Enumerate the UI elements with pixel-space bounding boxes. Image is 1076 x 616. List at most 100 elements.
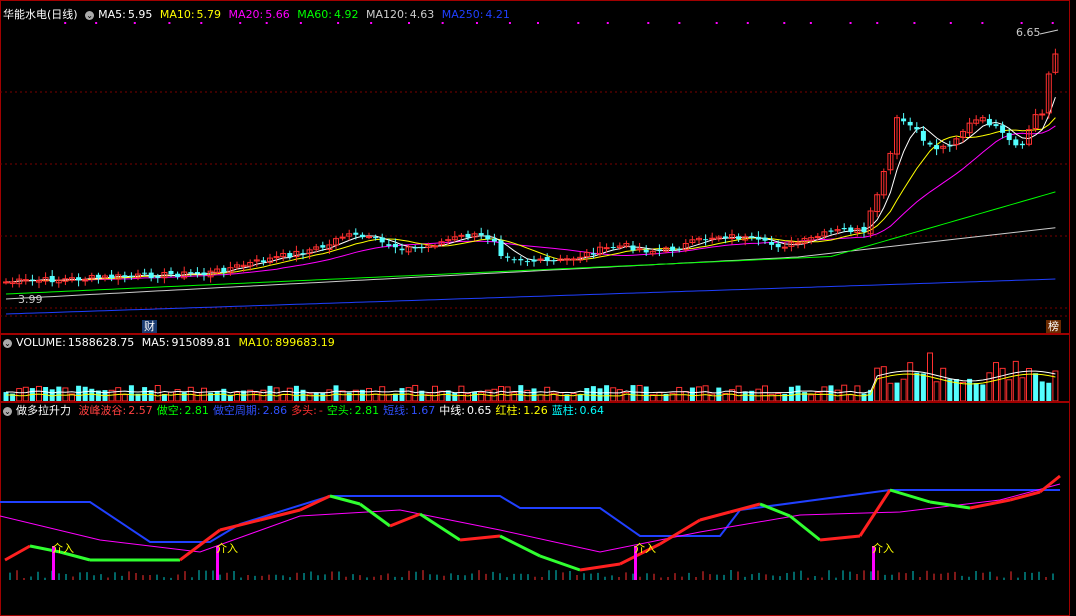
volume-bar <box>861 393 867 401</box>
trend-wave <box>459 534 501 542</box>
signal-dot <box>746 22 749 24</box>
volume-bar <box>385 394 392 401</box>
candle-body <box>709 237 716 240</box>
volume-bar <box>438 390 445 401</box>
trend-wave <box>499 534 541 558</box>
trend-wave <box>889 488 931 504</box>
volume-bar <box>320 393 326 401</box>
volume-bar <box>702 385 709 401</box>
signal-dot <box>200 22 203 24</box>
volume-bar <box>656 392 663 401</box>
candle-body <box>643 249 649 253</box>
signal-dot <box>337 22 340 24</box>
volume-bar <box>682 390 689 401</box>
volume-bar <box>993 362 999 401</box>
indicator-item-label: 多头: <box>291 404 317 417</box>
volume-bar <box>900 378 907 401</box>
candle-body <box>762 237 768 241</box>
candle-body <box>320 245 326 248</box>
indicator-name: 做多拉升力 <box>16 404 71 417</box>
signal-dot <box>913 22 916 24</box>
volume-bar <box>795 385 801 401</box>
collapse-icon[interactable]: ⌄ <box>3 406 12 416</box>
short-cycle-line <box>0 489 1060 543</box>
signal-dot <box>475 22 478 24</box>
ma250-line <box>5 278 1056 315</box>
volume-bar <box>346 392 352 401</box>
volume-bar <box>142 387 148 401</box>
volume-bar <box>894 382 900 401</box>
candle-body <box>392 243 398 248</box>
candle-body <box>511 259 517 261</box>
candle-body <box>861 226 867 232</box>
candle-body <box>95 274 101 278</box>
candle-body <box>373 237 379 239</box>
entry-signal-label: 介入 <box>52 542 74 555</box>
signal-dot <box>508 22 511 24</box>
volume-bar <box>735 385 742 401</box>
candle-body <box>907 121 913 126</box>
candle-body <box>3 281 9 284</box>
candlestick-chart[interactable] <box>0 14 1070 334</box>
volume-bar <box>782 393 788 401</box>
volume-bar <box>472 391 478 401</box>
volume-bar <box>531 388 537 401</box>
candle-body <box>386 244 392 246</box>
trend-wave <box>699 510 731 522</box>
volume-ma5-value: 915089.81 <box>171 336 232 349</box>
volume-bar <box>280 393 287 401</box>
candle-body <box>901 118 907 122</box>
volume-bar <box>597 388 603 401</box>
signal-dot <box>370 22 373 24</box>
volume-bar <box>610 387 617 401</box>
candle-body <box>630 245 636 251</box>
indicator-chart[interactable]: 介入 介入 介入 介入 <box>0 420 1070 616</box>
volume-bar <box>56 386 62 401</box>
collapse-icon[interactable]: ⌄ <box>3 338 12 348</box>
volume-bar <box>379 386 386 401</box>
signal-dot <box>715 22 718 24</box>
candle-body <box>551 260 557 262</box>
candle-body <box>795 242 801 245</box>
volume-bar <box>293 385 299 401</box>
candle-body <box>300 253 306 255</box>
volume-chart[interactable] <box>0 351 1070 401</box>
candle-body <box>755 236 761 240</box>
signal-dot <box>876 22 879 24</box>
volume-bar <box>22 386 29 401</box>
volume-bar <box>498 385 504 401</box>
candle-body <box>485 235 491 240</box>
volume-bar <box>339 390 346 401</box>
candle-body <box>1000 125 1006 133</box>
volume-bar <box>168 391 174 401</box>
volume-bar <box>181 392 187 401</box>
candle-body <box>736 236 742 240</box>
volume-bar <box>267 385 273 401</box>
indicator-item-value: 1.67 <box>410 404 436 417</box>
candle-body <box>175 273 181 277</box>
candle-body <box>419 246 425 248</box>
candle-body <box>828 230 834 232</box>
entry-signal-label: 介入 <box>872 542 894 555</box>
candle-body <box>920 130 926 141</box>
volume-header: ⌄ VOLUME: 1588628.75 MA5: 915089.81 MA10: 89… <box>3 336 339 350</box>
volume-bar <box>121 394 128 401</box>
volume-bar <box>570 392 577 401</box>
volume-bar <box>432 385 438 401</box>
signal-dot <box>949 22 952 24</box>
volume-bar <box>828 385 834 401</box>
signal-dot <box>536 22 539 24</box>
volume-bar <box>372 393 379 401</box>
volume-bar <box>43 387 49 401</box>
volume-bar <box>511 392 518 401</box>
volume-bar <box>208 392 214 401</box>
finance-badge[interactable]: 财 <box>142 320 157 333</box>
volume-bar <box>194 392 201 401</box>
rank-badge[interactable]: 榜 <box>1046 320 1061 333</box>
candle-body <box>610 247 616 249</box>
candle-body <box>636 248 643 251</box>
candle-body <box>29 279 35 281</box>
signal-dot <box>981 22 984 24</box>
candle-body <box>537 258 544 261</box>
high-price-label: 6.65 <box>1016 26 1041 39</box>
